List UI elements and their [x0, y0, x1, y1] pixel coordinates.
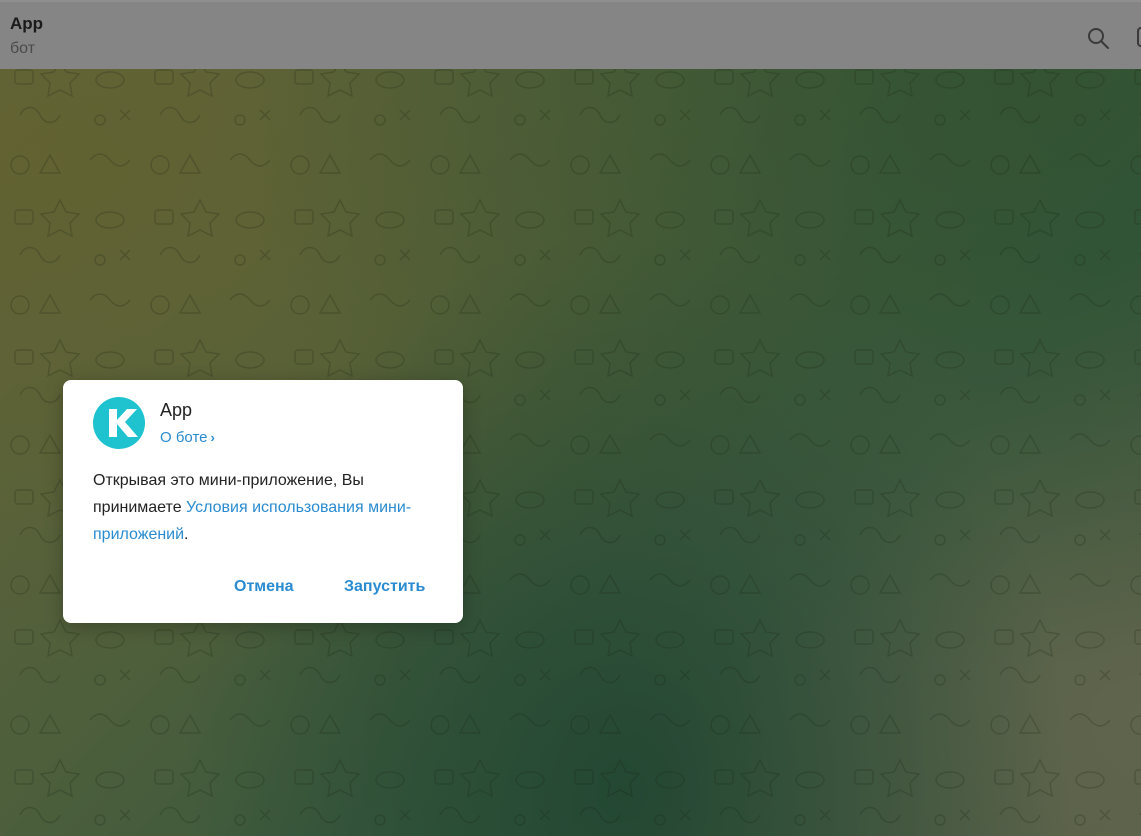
- cancel-button[interactable]: Отмена: [234, 578, 294, 596]
- terms-notice: Открывая это мини-приложение, Вы принима…: [93, 467, 433, 548]
- mini-app-launch-dialog: App О боте › Открывая это мини-приложение…: [63, 380, 463, 623]
- panel-icon[interactable]: [1136, 26, 1141, 48]
- about-bot-label: О боте: [160, 429, 208, 446]
- bot-name: App: [160, 400, 193, 420]
- telegram-window: App бот App О боте › Открывая это мини-пр…: [0, 0, 1141, 836]
- search-icon[interactable]: [1086, 26, 1110, 50]
- chevron-right-icon: ›: [210, 430, 215, 445]
- chat-subtitle: бот: [10, 40, 36, 57]
- chat-title[interactable]: App: [10, 14, 43, 34]
- chat-header: App бот: [0, 0, 1141, 69]
- launch-button[interactable]: Запустить: [344, 578, 425, 596]
- k-logo-icon: [109, 409, 138, 437]
- terms-notice-end: .: [184, 526, 189, 543]
- about-bot-link[interactable]: О боте ›: [160, 429, 215, 446]
- bot-avatar: [93, 397, 145, 449]
